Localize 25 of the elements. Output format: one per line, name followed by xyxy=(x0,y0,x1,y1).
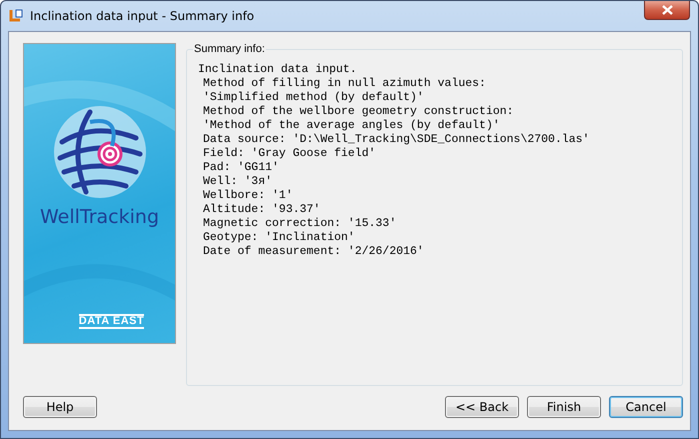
summary-line: Date of measurement: '2/26/2016' xyxy=(202,245,424,259)
summary-line: Wellbore: '1' xyxy=(202,189,293,203)
summary-line: Well: '3я' xyxy=(202,175,272,189)
summary-line: 'Method of the average angles (by default)' xyxy=(202,119,500,133)
summary-line: Method of filling in null azimuth values: xyxy=(202,77,486,91)
window-title: Inclination data input - Summary info xyxy=(30,9,254,23)
summary-line: Geotype: 'Inclination' xyxy=(202,231,355,245)
help-button[interactable]: Help xyxy=(23,396,97,418)
summary-line: Altitude: '93.37' xyxy=(202,203,320,217)
summary-line: Inclination data input. xyxy=(198,63,357,77)
summary-line: 'Simplified method (by default)' xyxy=(202,91,424,105)
company-logo-text: DATA EAST xyxy=(78,314,144,329)
close-icon xyxy=(662,5,672,15)
summary-line: Magnetic correction: '15.33' xyxy=(202,217,396,231)
summary-line: Field: 'Gray Goose field' xyxy=(202,147,376,161)
dialog-button[interactable]: << Back xyxy=(445,396,519,418)
app-icon xyxy=(8,8,24,24)
product-logo-text: WellTracking xyxy=(40,206,160,228)
dialog-button[interactable]: Cancel xyxy=(609,396,683,418)
summary-line: Data source: 'D:\Well_Tracking\SDE_Connections\2700.las' xyxy=(202,133,590,147)
summary-line: Method of the wellbore geometry construction: xyxy=(202,105,514,119)
group-legend: Summary info: xyxy=(193,43,266,55)
dialog-button[interactable]: Finish xyxy=(527,396,601,418)
summary-line: Pad: 'GG11' xyxy=(202,161,279,175)
close-button[interactable] xyxy=(644,1,690,20)
